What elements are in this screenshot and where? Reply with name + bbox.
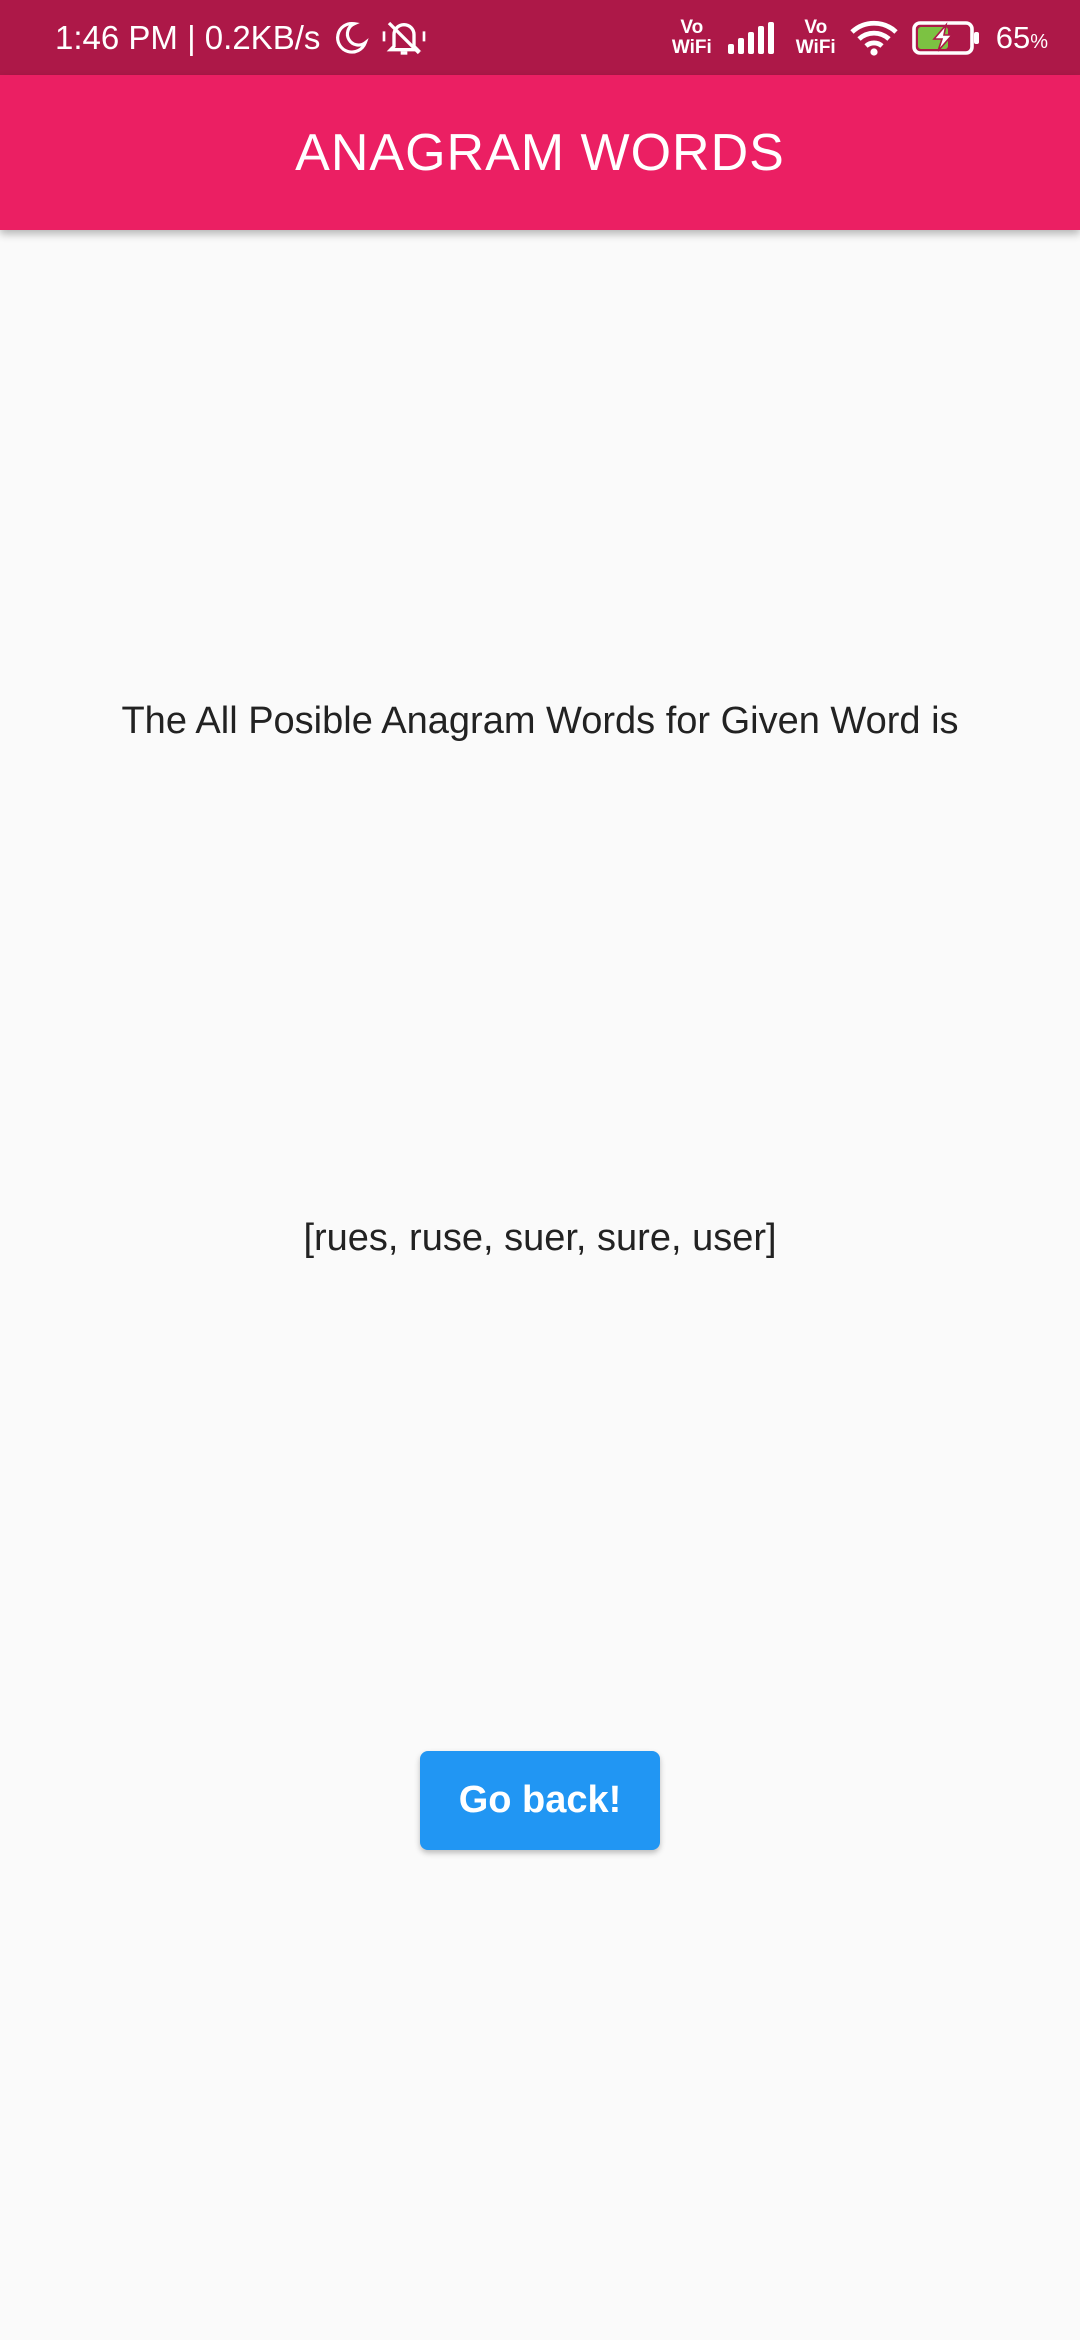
battery-charging-icon xyxy=(911,20,982,55)
wifi-icon xyxy=(850,20,898,56)
anagram-result: [rues, ruse, suer, sure, user] xyxy=(303,1217,777,1259)
battery-percent: 65% xyxy=(995,19,1048,55)
app-bar: ANAGRAM WORDS xyxy=(0,75,1080,230)
status-bar: 1:46 PM | 0.2KB/s Vo WiFi Vo WiFi 65% xyxy=(0,0,1080,75)
bell-muted-icon xyxy=(382,18,426,58)
status-right: Vo WiFi Vo WiFi 65% xyxy=(672,0,1048,75)
vowifi-icon-2: Vo WiFi xyxy=(795,16,836,58)
status-left: 1:46 PM | 0.2KB/s xyxy=(55,0,426,75)
anagram-heading: The All Posible Anagram Words for Given … xyxy=(121,700,959,742)
status-time-speed: 1:46 PM | 0.2KB/s xyxy=(55,18,321,56)
go-back-button[interactable]: Go back! xyxy=(420,1751,660,1850)
signal-icon xyxy=(726,21,782,54)
vowifi-icon: Vo WiFi xyxy=(671,16,712,58)
moon-icon xyxy=(332,19,370,57)
page-title: ANAGRAM WORDS xyxy=(295,123,785,182)
